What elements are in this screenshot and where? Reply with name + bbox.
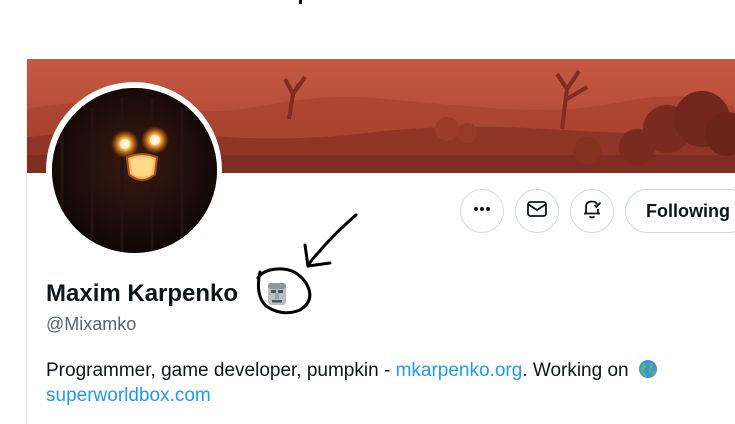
bio-text: Programmer, game developer, pumpkin -	[46, 360, 396, 381]
page: Following Maxim Karpenko @Mixamko Progra…	[0, 0, 735, 424]
mail-icon	[526, 198, 548, 225]
display-name: Maxim Karpenko	[46, 280, 239, 307]
more-icon	[472, 199, 492, 224]
handle: @Mixamko	[46, 314, 137, 334]
moai-emoji-icon	[265, 281, 289, 307]
message-button[interactable]	[515, 189, 559, 233]
avatar[interactable]	[52, 88, 217, 253]
globe-emoji-icon	[638, 359, 658, 379]
notify-button[interactable]	[570, 189, 614, 233]
more-button[interactable]	[460, 189, 504, 233]
bio: Programmer, game developer, pumpkin - mk…	[46, 358, 726, 408]
following-button[interactable]: Following	[625, 189, 735, 233]
bio-text-middle: . Working on	[522, 360, 634, 381]
bell-icon	[581, 198, 603, 225]
website-link[interactable]: mkarpenko.org	[396, 360, 523, 381]
cursor-dot	[299, 0, 302, 4]
superworldbox-link[interactable]: superworldbox.com	[46, 385, 211, 406]
